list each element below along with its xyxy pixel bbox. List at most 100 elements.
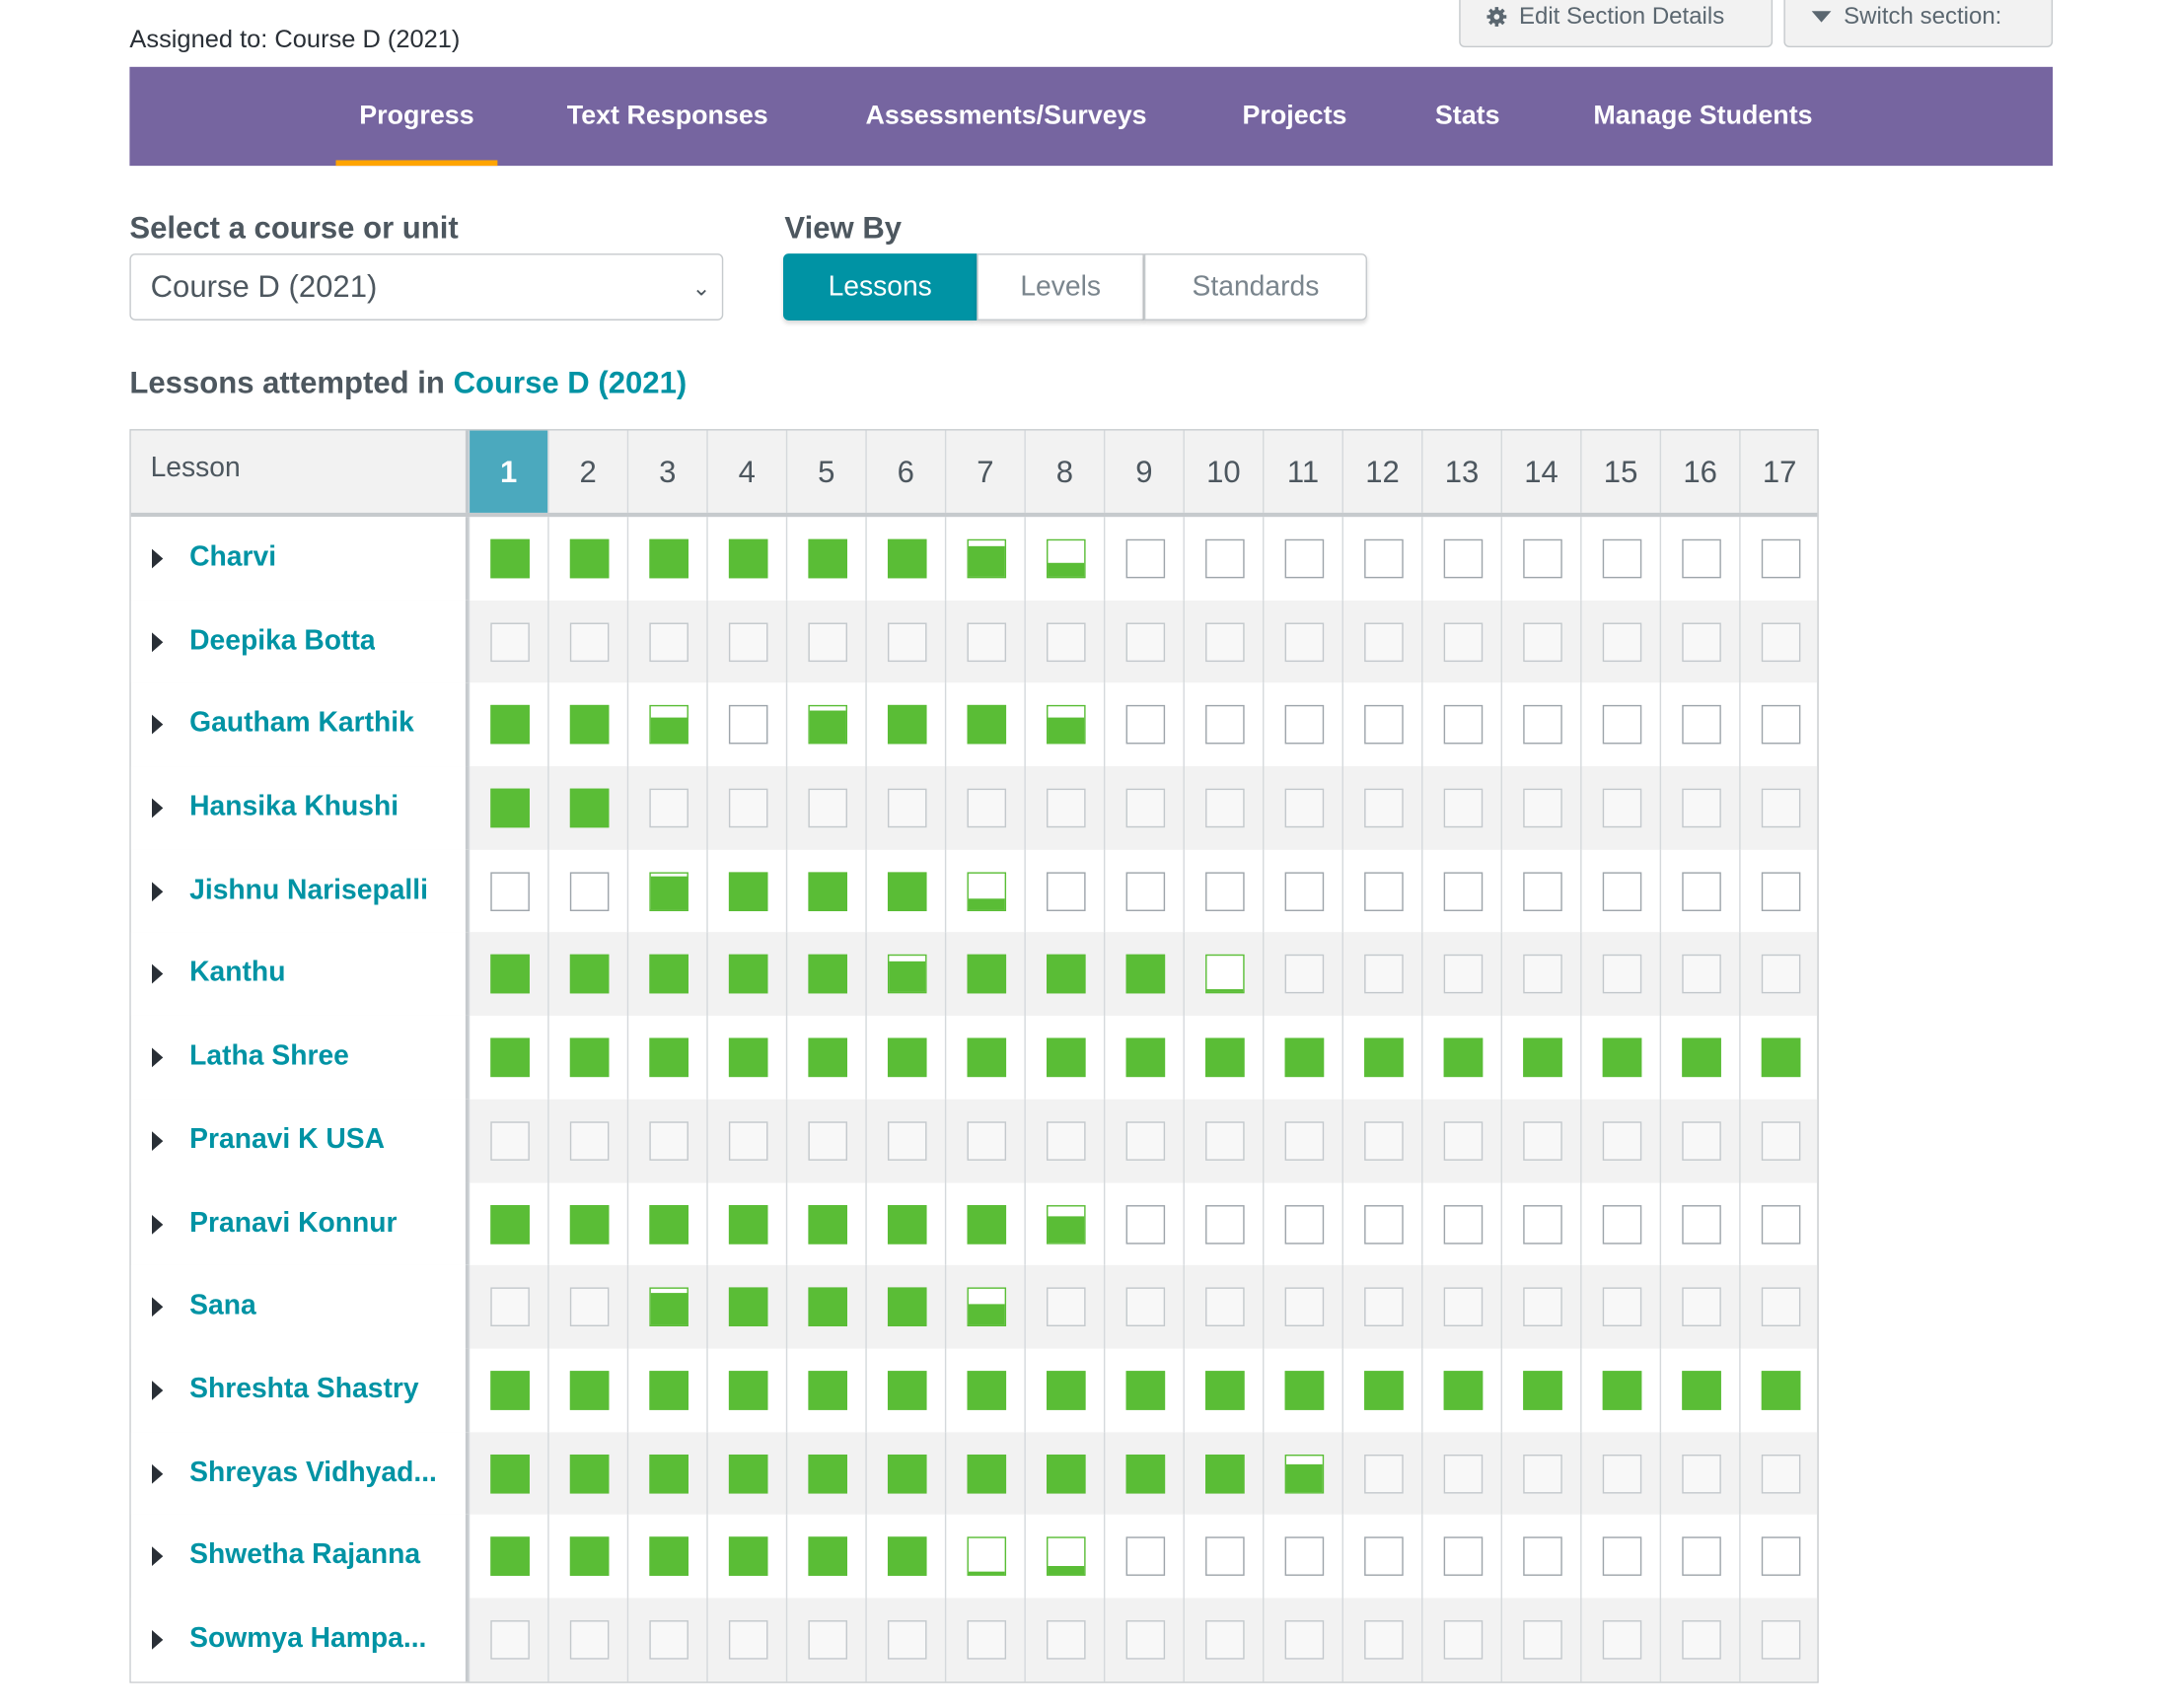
- lesson-progress-box[interactable]: [887, 1620, 927, 1660]
- lesson-progress-box[interactable]: [887, 955, 927, 994]
- lesson-progress-box[interactable]: [1047, 955, 1086, 994]
- lesson-progress-box[interactable]: [1443, 1121, 1484, 1161]
- lesson-progress-box[interactable]: [728, 1454, 768, 1493]
- lesson-progress-box[interactable]: [728, 1121, 768, 1161]
- lesson-progress-box[interactable]: [1364, 788, 1404, 828]
- lesson-progress-box[interactable]: [728, 1287, 768, 1327]
- lesson-progress-box[interactable]: [967, 1204, 1007, 1244]
- lesson-progress-box[interactable]: [1602, 1454, 1642, 1493]
- lesson-progress-box[interactable]: [569, 788, 610, 828]
- lesson-progress-box[interactable]: [1602, 622, 1642, 662]
- lesson-progress-box[interactable]: [967, 1536, 1007, 1577]
- lesson-progress-box[interactable]: [1523, 1037, 1562, 1078]
- lesson-progress-box[interactable]: [1205, 1287, 1245, 1327]
- lesson-progress-box[interactable]: [1761, 872, 1801, 911]
- lesson-progress-box[interactable]: [967, 705, 1007, 745]
- lesson-progress-box[interactable]: [1284, 1454, 1325, 1493]
- lesson-progress-box[interactable]: [1602, 1121, 1642, 1161]
- expand-caret-icon[interactable]: [151, 1463, 164, 1484]
- lesson-progress-box[interactable]: [808, 955, 847, 994]
- lesson-progress-box[interactable]: [967, 1454, 1007, 1493]
- lesson-progress-box[interactable]: [728, 872, 768, 911]
- tab-text-responses[interactable]: Text Responses: [543, 67, 793, 166]
- lesson-progress-box[interactable]: [1205, 1620, 1245, 1660]
- lesson-progress-box[interactable]: [1125, 538, 1166, 579]
- lesson-progress-box[interactable]: [649, 1536, 688, 1577]
- lesson-progress-box[interactable]: [1761, 622, 1801, 662]
- lesson-progress-box[interactable]: [1602, 538, 1642, 579]
- lesson-progress-box[interactable]: [1761, 1536, 1801, 1577]
- lesson-progress-box[interactable]: [569, 1454, 610, 1493]
- lesson-progress-box[interactable]: [490, 1287, 530, 1327]
- lesson-progress-box[interactable]: [808, 1204, 847, 1244]
- lesson-progress-box[interactable]: [1125, 955, 1166, 994]
- lesson-progress-box[interactable]: [490, 622, 530, 662]
- lesson-progress-box[interactable]: [1364, 1121, 1404, 1161]
- lesson-column-6[interactable]: 6: [865, 430, 945, 513]
- lesson-progress-box[interactable]: [1125, 1037, 1166, 1078]
- lesson-progress-box[interactable]: [649, 538, 688, 579]
- lesson-progress-box[interactable]: [490, 1037, 530, 1078]
- tab-projects[interactable]: Projects: [1222, 67, 1367, 166]
- lesson-progress-box[interactable]: [569, 1121, 610, 1161]
- lesson-progress-box[interactable]: [1284, 1121, 1325, 1161]
- lesson-progress-box[interactable]: [728, 1204, 768, 1244]
- student-name-link[interactable]: Shwetha Rajanna: [189, 1540, 420, 1572]
- lesson-progress-box[interactable]: [1205, 622, 1245, 662]
- lesson-progress-box[interactable]: [1284, 872, 1325, 911]
- lesson-progress-box[interactable]: [1682, 1204, 1721, 1244]
- lesson-progress-box[interactable]: [1602, 872, 1642, 911]
- lesson-progress-box[interactable]: [728, 1371, 768, 1410]
- lesson-progress-box[interactable]: [967, 538, 1007, 579]
- lesson-progress-box[interactable]: [1682, 1536, 1721, 1577]
- lesson-progress-box[interactable]: [1205, 705, 1245, 745]
- student-name-link[interactable]: Charvi: [189, 542, 276, 574]
- lesson-progress-box[interactable]: [649, 1620, 688, 1660]
- lesson-progress-box[interactable]: [967, 1371, 1007, 1410]
- lesson-column-16[interactable]: 16: [1659, 430, 1740, 513]
- lesson-progress-box[interactable]: [1443, 1536, 1484, 1577]
- lesson-progress-box[interactable]: [1205, 955, 1245, 994]
- lesson-progress-box[interactable]: [1523, 788, 1562, 828]
- lesson-progress-box[interactable]: [887, 1037, 927, 1078]
- expand-caret-icon[interactable]: [151, 1380, 164, 1400]
- lesson-progress-box[interactable]: [1443, 1204, 1484, 1244]
- lesson-progress-box[interactable]: [649, 705, 688, 745]
- lesson-progress-box[interactable]: [808, 788, 847, 828]
- lesson-progress-box[interactable]: [728, 955, 768, 994]
- lesson-progress-box[interactable]: [1364, 1454, 1404, 1493]
- lesson-progress-box[interactable]: [1125, 1536, 1166, 1577]
- tab-stats[interactable]: Stats: [1417, 67, 1518, 166]
- course-select[interactable]: Course D (2021) ⌄: [129, 253, 724, 320]
- lesson-progress-box[interactable]: [1364, 1620, 1404, 1660]
- lesson-progress-box[interactable]: [1523, 1287, 1562, 1327]
- lesson-progress-box[interactable]: [569, 705, 610, 745]
- lesson-progress-box[interactable]: [1443, 1620, 1484, 1660]
- lesson-progress-box[interactable]: [1364, 1037, 1404, 1078]
- lesson-progress-box[interactable]: [1047, 1454, 1086, 1493]
- lesson-progress-box[interactable]: [1205, 1121, 1245, 1161]
- lesson-progress-box[interactable]: [1523, 872, 1562, 911]
- lesson-progress-box[interactable]: [967, 955, 1007, 994]
- lesson-progress-box[interactable]: [887, 1121, 927, 1161]
- lesson-progress-box[interactable]: [967, 1287, 1007, 1327]
- view-by-levels-button[interactable]: Levels: [977, 253, 1144, 320]
- lesson-progress-box[interactable]: [1602, 1620, 1642, 1660]
- lesson-progress-box[interactable]: [569, 1620, 610, 1660]
- lesson-progress-box[interactable]: [490, 705, 530, 745]
- lesson-progress-box[interactable]: [1284, 1287, 1325, 1327]
- lesson-progress-box[interactable]: [1602, 1037, 1642, 1078]
- lesson-progress-box[interactable]: [1443, 1454, 1484, 1493]
- lesson-progress-box[interactable]: [1523, 1121, 1562, 1161]
- lesson-progress-box[interactable]: [1205, 872, 1245, 911]
- lesson-progress-box[interactable]: [1125, 1454, 1166, 1493]
- lesson-progress-box[interactable]: [1523, 538, 1562, 579]
- lesson-progress-box[interactable]: [1761, 1121, 1801, 1161]
- switch-section-button[interactable]: Switch section:: [1783, 0, 2054, 48]
- lesson-progress-box[interactable]: [1682, 1121, 1721, 1161]
- lesson-progress-box[interactable]: [1443, 1037, 1484, 1078]
- lesson-progress-box[interactable]: [1125, 622, 1166, 662]
- student-name-link[interactable]: Shreshta Shastry: [189, 1374, 418, 1405]
- lesson-progress-box[interactable]: [887, 788, 927, 828]
- lesson-progress-box[interactable]: [1761, 1454, 1801, 1493]
